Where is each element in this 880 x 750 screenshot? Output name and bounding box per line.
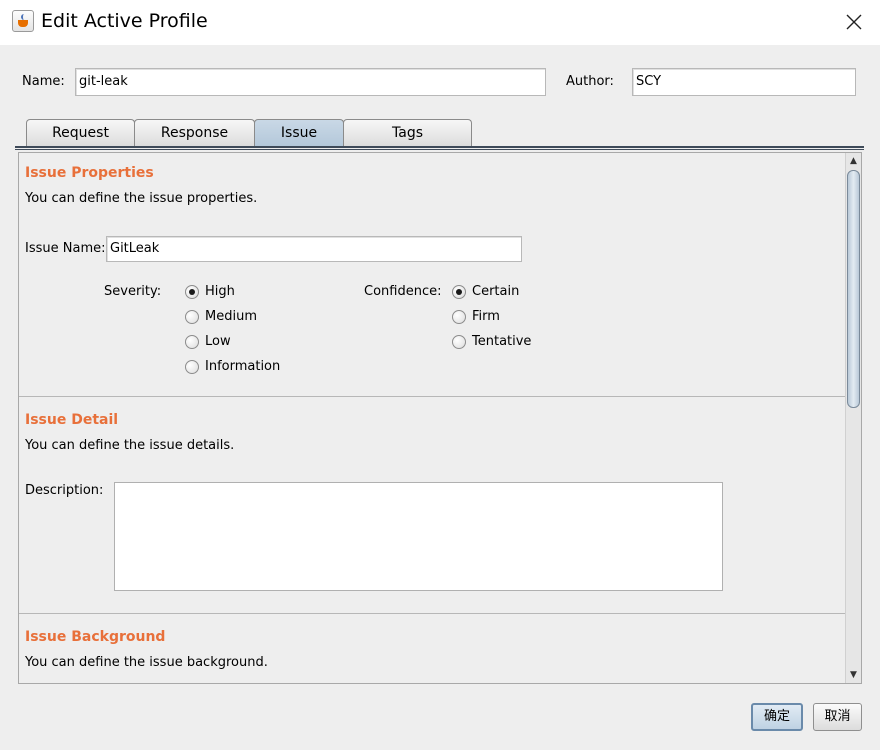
issue-properties-title: Issue Properties — [25, 165, 154, 181]
description-textarea[interactable] — [114, 482, 723, 591]
cancel-button[interactable]: 取消 — [813, 703, 862, 731]
tab-request[interactable]: Request — [26, 119, 135, 146]
severity-label: Severity: — [104, 284, 162, 299]
severity-high-radio[interactable] — [185, 285, 199, 299]
severity-information-label: Information — [205, 359, 281, 374]
scroll-thumb[interactable] — [847, 170, 860, 408]
severity-high-label: High — [205, 284, 235, 299]
tab-divider-lower — [15, 149, 864, 150]
scroll-up-icon[interactable]: ▲ — [846, 153, 861, 169]
dialog-content: Name: git-leak Author: SCY Request Respo… — [0, 45, 880, 750]
tab-response[interactable]: Response — [134, 119, 255, 146]
severity-medium-label: Medium — [205, 309, 257, 324]
confidence-firm-radio[interactable] — [452, 310, 466, 324]
section-divider — [19, 396, 845, 397]
issue-name-input[interactable]: GitLeak — [106, 236, 522, 262]
window-title: Edit Active Profile — [41, 10, 208, 32]
tab-tags[interactable]: Tags — [343, 119, 472, 146]
close-icon[interactable] — [844, 12, 864, 32]
severity-medium-radio[interactable] — [185, 310, 199, 324]
name-label: Name: — [22, 74, 65, 89]
confidence-certain-label: Certain — [472, 284, 520, 299]
tab-divider — [15, 146, 864, 148]
severity-low-radio[interactable] — [185, 335, 199, 349]
issue-properties-description: You can define the issue properties. — [25, 191, 258, 206]
author-input[interactable]: SCY — [632, 68, 856, 96]
ok-button[interactable]: 确定 — [751, 703, 803, 731]
section-divider — [19, 613, 845, 614]
name-input[interactable]: git-leak — [75, 68, 546, 96]
vertical-scrollbar[interactable]: ▲ ▼ — [845, 153, 861, 683]
title-bar: Edit Active Profile — [0, 0, 880, 45]
issue-detail-description: You can define the issue details. — [25, 438, 235, 453]
confidence-label: Confidence: — [364, 284, 442, 299]
issue-detail-title: Issue Detail — [25, 412, 119, 428]
issue-name-label: Issue Name: — [25, 241, 106, 256]
issue-panel: Issue Properties You can define the issu… — [18, 152, 862, 684]
issue-background-title: Issue Background — [25, 629, 166, 645]
confidence-tentative-radio[interactable] — [452, 335, 466, 349]
scroll-down-icon[interactable]: ▼ — [846, 667, 861, 683]
java-cup-icon — [12, 10, 34, 32]
severity-information-radio[interactable] — [185, 360, 199, 374]
author-label: Author: — [566, 74, 614, 89]
description-label: Description: — [25, 483, 104, 498]
confidence-tentative-label: Tentative — [472, 334, 532, 349]
severity-low-label: Low — [205, 334, 231, 349]
confidence-certain-radio[interactable] — [452, 285, 466, 299]
issue-background-description: You can define the issue background. — [25, 655, 268, 670]
tab-issue[interactable]: Issue — [254, 119, 344, 146]
confidence-firm-label: Firm — [472, 309, 500, 324]
